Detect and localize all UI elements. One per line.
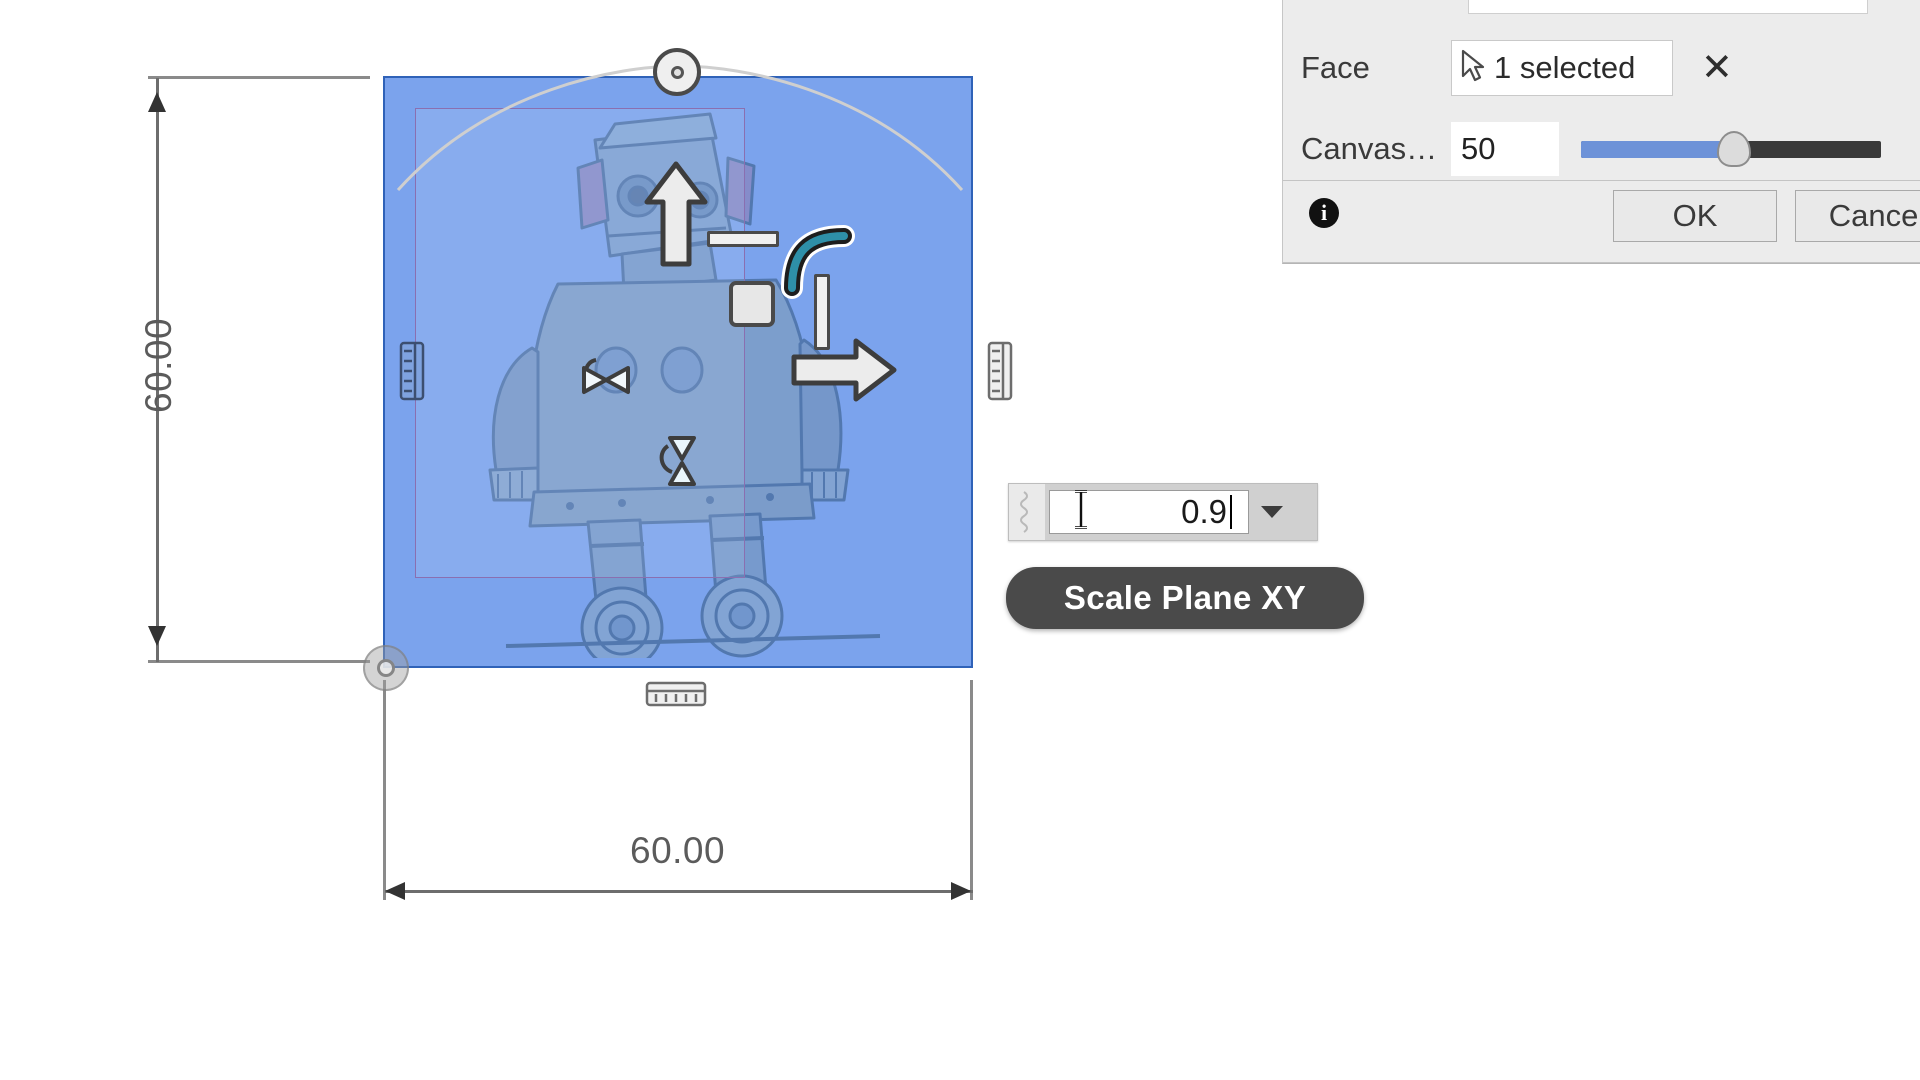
dimension-extension-line-bottom: [148, 660, 370, 663]
cursor-arrow-icon: [1460, 49, 1486, 88]
face-selection-text: 1 selected: [1494, 50, 1636, 85]
chevron-down-icon: [1261, 506, 1283, 518]
dimension-arrow-top: [148, 92, 166, 112]
canvas-opacity-slider-thumb[interactable]: [1717, 131, 1751, 167]
text-caret: [1230, 495, 1232, 529]
dimension-extension-line-right: [970, 680, 973, 900]
dimension-line-horizontal: [385, 890, 973, 893]
scale-square-handle[interactable]: [729, 281, 775, 327]
plane-corner-arc-handle[interactable]: [778, 222, 858, 302]
dialog-row-face: Face 1 selected ✕: [1283, 38, 1920, 98]
move-x-axis-arrow[interactable]: [790, 335, 900, 405]
bottom-edge-grip[interactable]: [644, 680, 708, 708]
scale-value-input[interactable]: 0.9: [1049, 490, 1249, 534]
drag-grip-icon[interactable]: [1009, 484, 1045, 540]
origin-pivot-handle[interactable]: [363, 645, 409, 691]
info-icon[interactable]: i: [1309, 198, 1339, 228]
dimension-arrow-right: [951, 882, 971, 900]
text-cursor-icon: [1072, 489, 1090, 536]
dialog-separator: [1283, 180, 1920, 181]
value-input-widget[interactable]: 0.9: [1008, 483, 1318, 541]
rotate-handle[interactable]: [653, 48, 701, 96]
dimension-extension-line-left: [383, 680, 386, 900]
ok-button[interactable]: OK: [1613, 190, 1777, 242]
canvas-opacity-input[interactable]: 50: [1451, 122, 1559, 176]
dimension-arrow-left: [385, 882, 405, 900]
application-canvas: 60.00 60.00 0.9 Scale Plane XY Face 1 se…: [0, 0, 1920, 1080]
right-edge-grip[interactable]: [986, 340, 1014, 402]
cancel-button[interactable]: Cancel: [1795, 190, 1920, 242]
dimension-value-horizontal: 60.00: [630, 830, 726, 871]
face-label: Face: [1301, 50, 1370, 85]
scale-value-text: 0.9: [1181, 493, 1227, 530]
canvas-opacity-slider-fill: [1581, 141, 1729, 158]
canvas-label: Canvas…: [1301, 131, 1438, 166]
dimension-value-vertical: 60.00: [138, 317, 179, 413]
left-edge-grip[interactable]: [398, 340, 426, 402]
face-selection-field[interactable]: 1 selected: [1451, 40, 1673, 96]
dialog-row-canvas-opacity: Canvas… 50: [1283, 122, 1920, 176]
dialog-bottom-border: [1283, 262, 1920, 263]
dimension-extension-line-top: [148, 76, 370, 79]
dimension-arrow-bottom: [148, 626, 166, 646]
tooltip-scale-plane-xy: Scale Plane XY: [1006, 567, 1364, 629]
cut-off-field-above[interactable]: [1468, 0, 1868, 14]
bowtie-handle-y[interactable]: [652, 430, 712, 492]
value-dropdown-button[interactable]: [1249, 484, 1295, 540]
clear-selection-icon[interactable]: ✕: [1701, 49, 1733, 87]
move-y-axis-arrow[interactable]: [641, 160, 711, 270]
command-dialog-panel: Face 1 selected ✕ Canvas… 50 i OK Cancel: [1282, 0, 1920, 264]
bowtie-handle-x[interactable]: [576, 348, 636, 408]
plane-handle-bar-horizontal[interactable]: [707, 231, 779, 247]
